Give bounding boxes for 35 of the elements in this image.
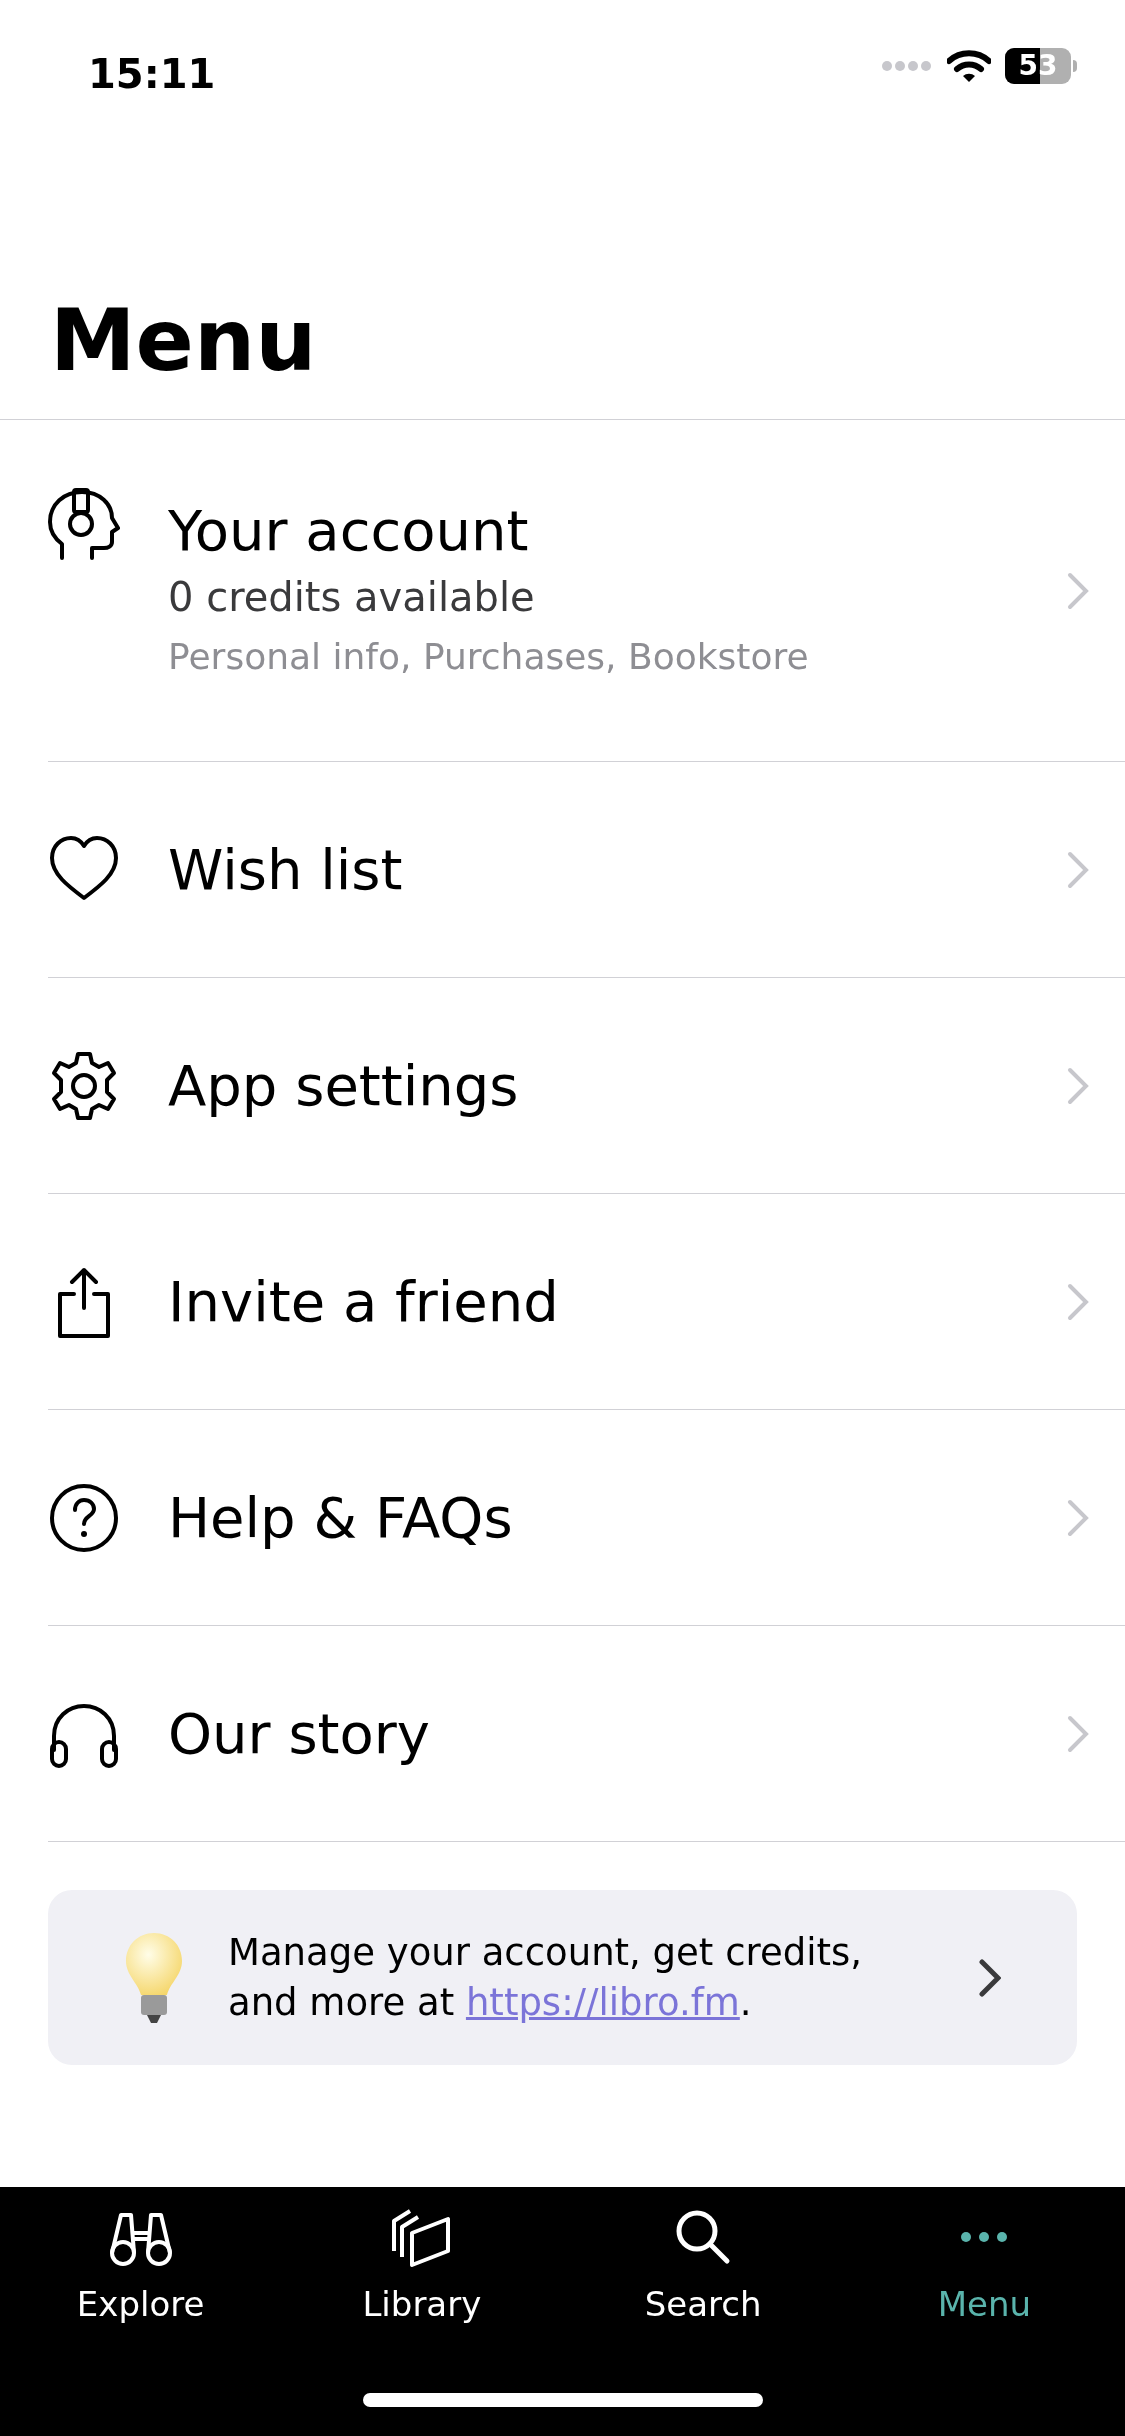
menu-item-label: Wish list <box>168 835 404 904</box>
menu-item[interactable]: App settings <box>48 978 1125 1194</box>
menu-item-label: Our story <box>168 1699 431 1768</box>
chevron-icon <box>979 1958 1001 1997</box>
lightbulb-icon <box>124 1930 184 2025</box>
wifi-icon <box>947 49 991 83</box>
headphones-head-icon <box>48 488 120 562</box>
signal-icon <box>881 60 933 72</box>
tab[interactable]: Library <box>281 2205 563 2357</box>
account-details: Personal info, Purchases, Bookstore <box>168 634 810 679</box>
banner-message: Manage your account, get credits, and more at https://libro.fm. <box>228 1929 863 2026</box>
chevron-icon <box>1067 1498 1089 1537</box>
menu-item-label: App settings <box>168 1051 520 1120</box>
tab[interactable]: Menu <box>843 2205 1125 2357</box>
page-title: Menu <box>50 297 317 383</box>
chevron-icon <box>1067 850 1089 889</box>
menu-item-label: Invite a friend <box>168 1267 560 1336</box>
tab[interactable]: Search <box>562 2205 844 2357</box>
credits-text: 0 credits available <box>168 572 536 622</box>
help-icon <box>48 1481 120 1554</box>
chevron-icon <box>1067 1282 1089 1321</box>
more-icon <box>961 2232 1008 2242</box>
chevron-icon <box>1067 1714 1089 1753</box>
info-banner[interactable]: Manage your account, get credits, and more at https://libro.fm. <box>48 1890 1077 2065</box>
menu-item-label: Help & FAQs <box>168 1483 514 1552</box>
menu-item[interactable]: Wish list <box>48 762 1125 978</box>
account-row[interactable]: Your account 0 credits available Personal info, Purchases, Bookstore <box>48 420 1125 762</box>
chevron-icon <box>1067 571 1089 610</box>
status-time: 15:11 <box>88 50 216 99</box>
chevron-icon <box>1067 1066 1089 1105</box>
menu-item[interactable]: Our story <box>48 1626 1125 1842</box>
menu-item[interactable]: Invite a friend <box>48 1194 1125 1410</box>
menu-item[interactable]: Help & FAQs <box>48 1410 1125 1626</box>
account-title: Your account <box>168 496 530 565</box>
tab[interactable]: Explore <box>0 2205 282 2357</box>
